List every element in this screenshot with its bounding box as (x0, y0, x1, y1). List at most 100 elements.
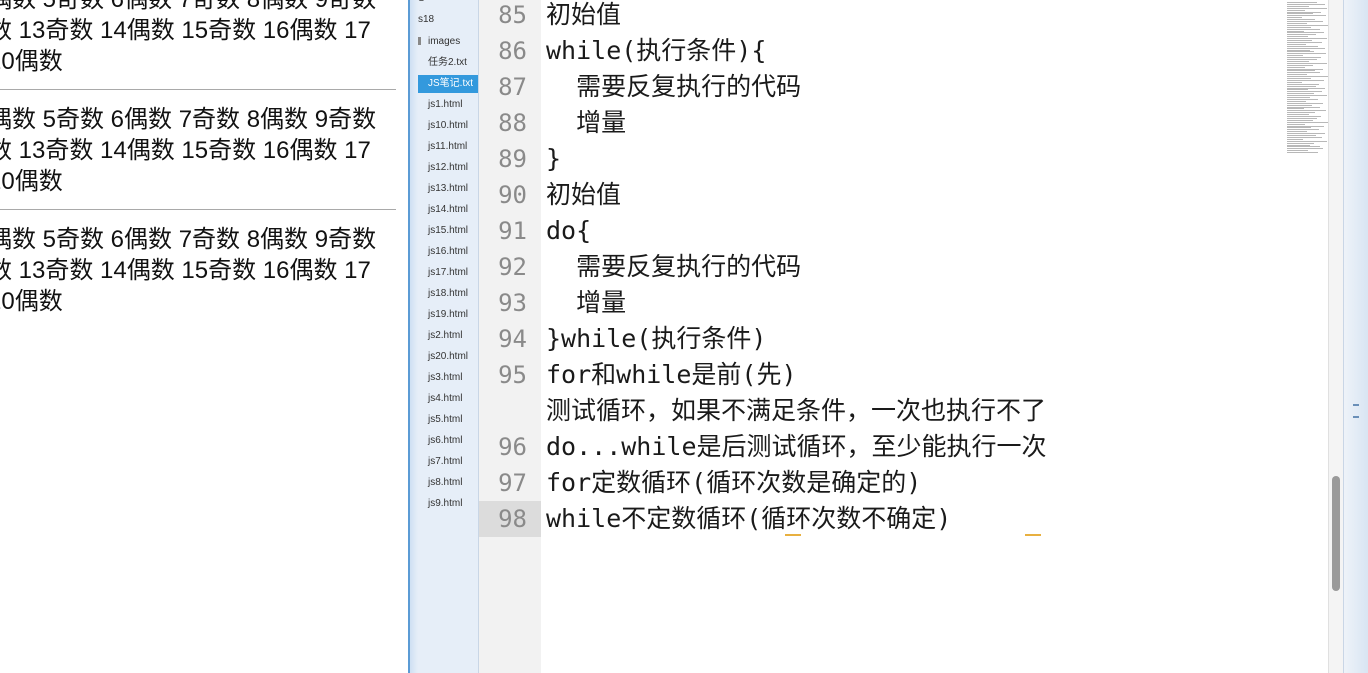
line-text: }while(执行条件) (546, 324, 767, 353)
side-panel-strip[interactable] (1343, 0, 1368, 673)
code-line[interactable]: 90 初始值 (479, 177, 1328, 213)
line-number: 89 (498, 145, 527, 173)
vertical-scrollbar[interactable] (1328, 0, 1343, 673)
tree-file[interactable]: js16.html (418, 243, 478, 261)
tree-item-label: JS笔记.txt (428, 78, 474, 89)
tree-item-label: js5.html (428, 414, 463, 425)
minimap-line (1287, 3, 1325, 5)
tree-file[interactable]: js9.html (418, 495, 478, 513)
tree-item-label: js9.html (428, 498, 463, 509)
code-line[interactable]: 89} (479, 141, 1328, 177)
line-text: while不定数循环(循环次数不确定) (546, 504, 952, 533)
tree-file[interactable]: js8.html (418, 474, 478, 492)
drag-handle-icon[interactable] (1353, 404, 1359, 418)
minimap-line (1287, 59, 1317, 60)
minimap-line (1287, 131, 1307, 133)
file-tree: Ss18 images 任务2.txt JS笔记.txt js1.html js10.ht… (418, 0, 479, 673)
line-number: 85 (498, 1, 527, 29)
minimap-line (1287, 119, 1313, 121)
tree-item-label: js17.html (428, 267, 469, 278)
line-text: } (546, 144, 562, 173)
tree-folder[interactable]: images (418, 33, 478, 51)
tree-file[interactable]: js13.html (418, 180, 478, 198)
tree-folder[interactable]: s18 (418, 11, 478, 29)
tree-item-label: js14.html (428, 204, 469, 215)
code-line[interactable]: 98 while不定数循环(循环次数不确定) (479, 501, 1328, 537)
tree-file[interactable]: js10.html (418, 117, 478, 135)
tree-file[interactable]: js1.html (418, 96, 478, 114)
minimap-line (1287, 81, 1302, 83)
tree-item-label: js1.html (428, 99, 463, 110)
tree-folder[interactable]: S (418, 0, 478, 8)
code-line[interactable]: 86 while(执行条件){ (479, 33, 1328, 69)
line-number: 98 (498, 505, 527, 533)
tree-file[interactable]: js4.html (418, 390, 478, 408)
code-line[interactable]: 测试循环，如果不满足条件，一次也执行不了 (479, 393, 1328, 429)
minimap-line (1287, 21, 1323, 22)
minimap-line (1287, 41, 1322, 43)
minimap-line (1287, 150, 1308, 152)
minimap-line (1287, 112, 1315, 114)
tree-item-label: js13.html (428, 183, 469, 194)
minimap-line (1287, 110, 1326, 112)
tree-file[interactable]: js11.html (418, 138, 478, 156)
line-text: do...while是后测试循环，至少能执行一次 (546, 432, 1047, 461)
minimap[interactable] (1285, 0, 1328, 155)
output-paragraph: 偶数 5奇数 6偶数 7奇数 8偶数 9奇数数 13奇数 14偶数 15奇数 1… (0, 224, 396, 317)
code-line[interactable]: 85 初始值 (479, 0, 1328, 33)
code-editor[interactable]: 85 初始值 86 while(执行条件){87 需要反复执行的代码 88 增量 89} 9… (479, 0, 1328, 673)
browser-output-pane: 偶数 5奇数 6偶数 7奇数 8偶数 9奇数数 13奇数 14偶数 15奇数 1… (0, 0, 408, 673)
screen: 偶数 5奇数 6偶数 7奇数 8偶数 9奇数数 13奇数 14偶数 15奇数 1… (0, 0, 1368, 673)
tree-file[interactable]: js17.html (418, 264, 478, 282)
line-number: 86 (498, 37, 527, 65)
tree-file[interactable]: js14.html (418, 201, 478, 219)
line-number: 92 (498, 253, 527, 281)
code-line[interactable]: 91 do{ (479, 213, 1328, 249)
minimap-line (1287, 93, 1314, 95)
line-text: for定数循环(循环次数是确定的) (546, 468, 922, 497)
bracket-match-marker (785, 534, 801, 536)
line-number: 97 (498, 469, 527, 497)
tree-file[interactable]: js19.html (418, 306, 478, 324)
minimap-line (1287, 138, 1303, 140)
tree-item-label: js7.html (428, 456, 463, 467)
horizontal-rule (0, 89, 396, 90)
tree-item-label: js10.html (428, 120, 469, 131)
code-line[interactable]: 88 增量 (479, 105, 1328, 141)
scrollbar-thumb[interactable] (1332, 476, 1340, 591)
code-line[interactable]: 97 for定数循环(循环次数是确定的) (479, 465, 1328, 501)
tree-file[interactable]: js3.html (418, 369, 478, 387)
code-line[interactable]: 87 需要反复执行的代码 (479, 69, 1328, 105)
code-line[interactable]: 96 do...while是后测试循环，至少能执行一次 (479, 429, 1328, 465)
minimap-line (1287, 100, 1306, 102)
tree-file[interactable]: js15.html (418, 222, 478, 240)
minimap-line (1287, 30, 1304, 32)
tree-file[interactable]: js5.html (418, 411, 478, 429)
tree-item-label: js4.html (428, 393, 463, 404)
output-line: 偶数 5奇数 6偶数 7奇数 8偶数 9奇数 (0, 226, 377, 253)
minimap-line (1287, 127, 1311, 129)
code-line[interactable]: 94}while(执行条件) (479, 321, 1328, 357)
line-text: 增量 (546, 288, 627, 317)
tree-item-label: js8.html (428, 477, 463, 488)
tree-file[interactable]: js18.html (418, 285, 478, 303)
tree-file[interactable]: js2.html (418, 327, 478, 345)
window-divider[interactable] (408, 0, 418, 673)
output-paragraph: 偶数 5奇数 6偶数 7奇数 8偶数 9奇数数 13奇数 14偶数 15奇数 1… (0, 0, 396, 77)
code-line[interactable]: 92 需要反复执行的代码 (479, 249, 1328, 285)
tree-file[interactable]: js7.html (418, 453, 478, 471)
tree-file[interactable]: 任务2.txt (418, 54, 478, 72)
code-line[interactable]: 93 增量 (479, 285, 1328, 321)
tree-file[interactable]: JS笔记.txt (418, 75, 478, 93)
tree-file[interactable]: js20.html (418, 348, 478, 366)
tree-file[interactable]: js6.html (418, 432, 478, 450)
minimap-line (1287, 83, 1319, 85)
tree-file[interactable]: js12.html (418, 159, 478, 177)
code-line[interactable]: 95 for和while是前(先) (479, 357, 1328, 393)
tree-item-label: S (418, 0, 425, 4)
minimap-line (1287, 70, 1315, 72)
line-text: 初始值 (546, 180, 622, 209)
output-line: 20偶数 (0, 48, 63, 75)
minimap-line (1287, 19, 1315, 21)
line-text: 测试循环，如果不满足条件，一次也执行不了 (546, 396, 1047, 425)
